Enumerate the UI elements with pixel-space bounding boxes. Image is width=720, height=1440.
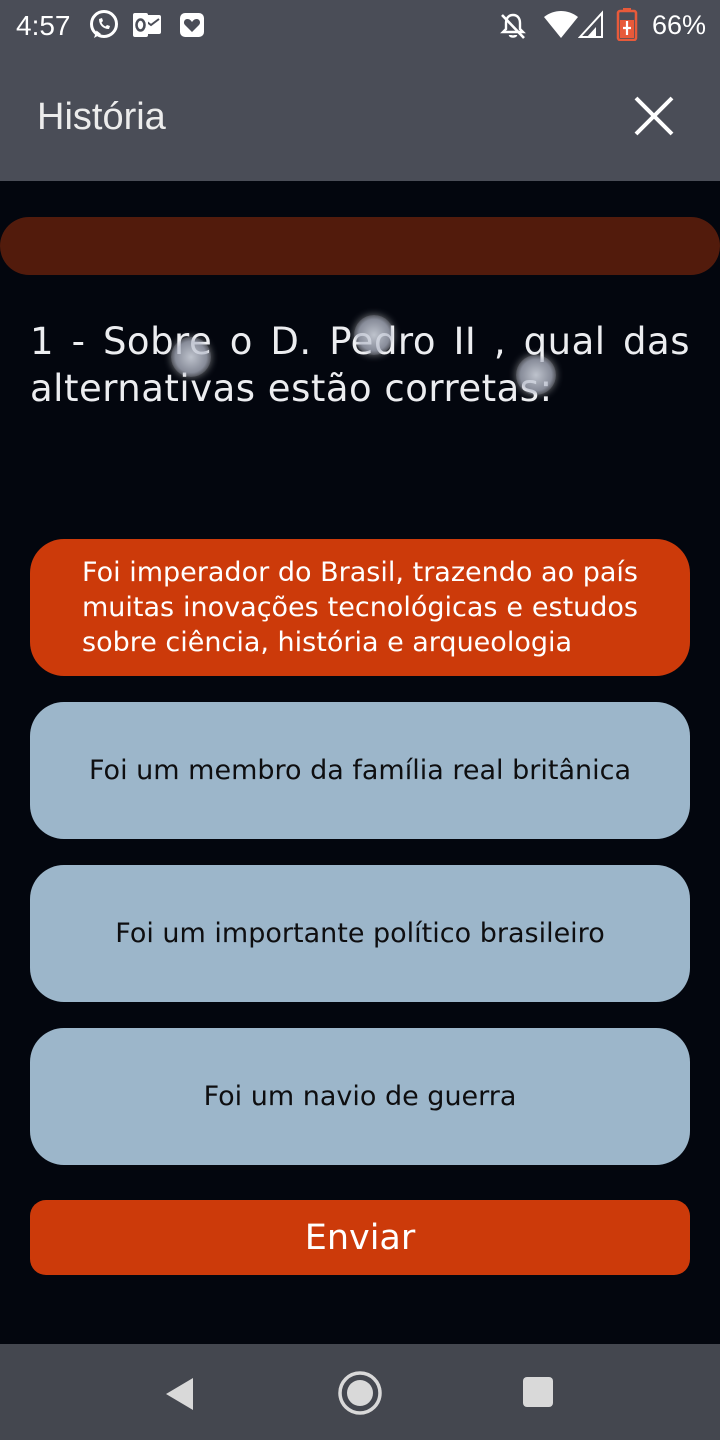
page-title: História (37, 96, 166, 138)
answer-option-label: Foi imperador do Brasil, trazendo ao paí… (82, 557, 638, 658)
whatsapp-icon (88, 8, 120, 47)
submit-button[interactable]: Enviar (30, 1200, 690, 1275)
submit-button-label: Enviar (304, 1217, 416, 1258)
outlook-icon (132, 12, 162, 43)
home-button[interactable] (336, 1369, 384, 1422)
answer-option-label: Foi um navio de guerra (203, 1081, 517, 1112)
navigation-bar (0, 1344, 720, 1440)
status-time: 4:57 (16, 10, 71, 41)
touch-indicator (516, 355, 556, 395)
heart-notification-icon (179, 12, 205, 43)
back-button[interactable] (160, 1374, 200, 1419)
battery-icon (616, 7, 638, 46)
wifi-icon (543, 10, 579, 45)
home-icon (338, 1371, 382, 1415)
back-icon (166, 1378, 193, 1410)
bell-off-icon (499, 12, 527, 45)
status-bar: 4:57 66% (0, 0, 720, 54)
progress-bar (0, 217, 720, 275)
answer-option[interactable]: Foi um importante político brasileiro (30, 865, 690, 1002)
recents-button[interactable] (520, 1374, 556, 1415)
battery-percent: 66% (651, 10, 706, 40)
close-icon (634, 96, 674, 136)
answer-option[interactable]: Foi imperador do Brasil, trazendo ao paí… (30, 539, 690, 676)
answer-option-label: Foi um importante político brasileiro (115, 918, 605, 949)
answer-option-label: Foi um membro da família real britânica (88, 755, 631, 786)
app-bar: História (0, 54, 720, 181)
signal-icon (577, 10, 604, 43)
touch-indicator (171, 337, 211, 377)
answer-option[interactable]: Foi um navio de guerra (30, 1028, 690, 1165)
touch-indicator (354, 315, 394, 355)
answer-option[interactable]: Foi um membro da família real britânica (30, 702, 690, 839)
recents-icon (523, 1377, 553, 1407)
close-button[interactable] (624, 86, 684, 146)
